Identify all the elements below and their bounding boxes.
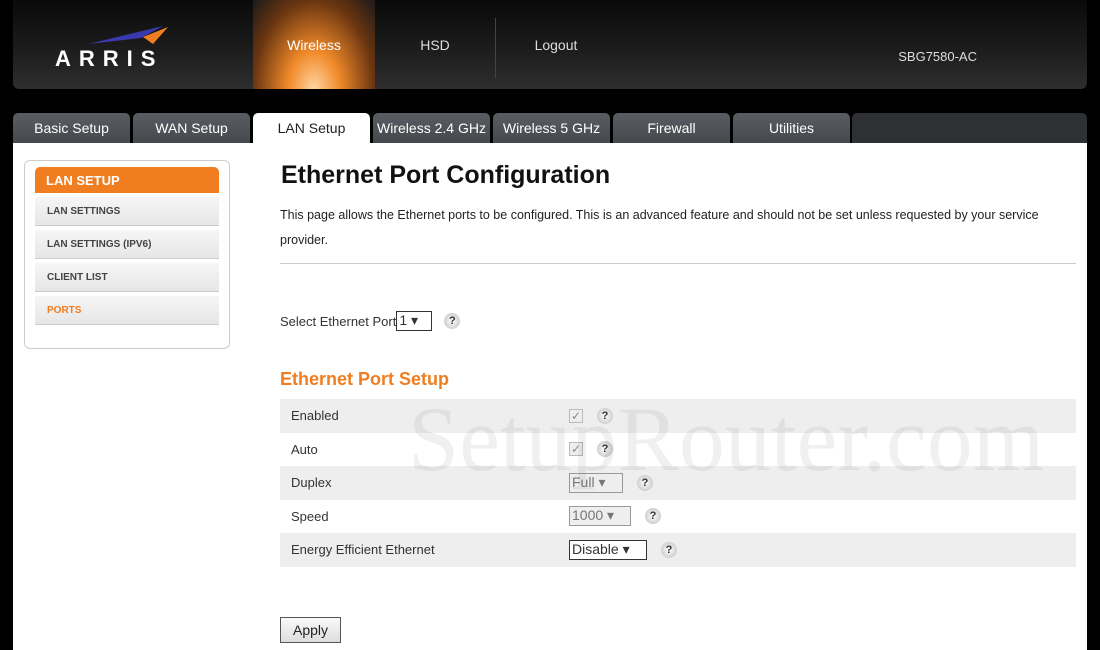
speed-label: Speed [291, 508, 329, 524]
section-title: Ethernet Port Setup [280, 369, 450, 389]
sidebar-item-lan-settings-ipv6[interactable]: LAN SETTINGS (IPV6) [35, 230, 219, 259]
row-auto: Auto ✓? [280, 433, 1076, 467]
help-icon[interactable]: ? [444, 313, 461, 329]
arris-logo: ARRIS [55, 46, 164, 71]
tab-lan-setup[interactable]: LAN Setup [253, 113, 370, 143]
sidebar-item-lan-settings[interactable]: LAN SETTINGS [35, 197, 219, 226]
auto-label: Auto [291, 441, 318, 457]
tab-wireless-2-4[interactable]: Wireless 2.4 GHz [373, 113, 490, 143]
row-speed: Speed 1000 ▾? [280, 500, 1076, 534]
duplex-label: Duplex [291, 475, 332, 491]
tab-firewall[interactable]: Firewall [613, 113, 730, 143]
duplex-select[interactable]: Full ▾ [569, 472, 623, 493]
help-icon[interactable]: ? [661, 541, 677, 558]
nav-logout[interactable]: Logout [496, 0, 616, 89]
speed-select[interactable]: 1000 ▾ [569, 506, 631, 527]
main-content: LAN SETUP LAN SETTINGS LAN SETTINGS (IPV… [13, 143, 1087, 650]
page-title: Ethernet Port Configuration [281, 161, 611, 189]
eee-select[interactable]: Disable ▾ [569, 539, 647, 560]
divider [280, 263, 1076, 264]
help-icon[interactable]: ? [645, 508, 661, 525]
nav-hsd[interactable]: HSD [375, 0, 495, 89]
port-select-value: 1 [399, 312, 408, 328]
eee-label: Energy Efficient Ethernet [291, 542, 435, 558]
help-icon[interactable]: ? [597, 441, 613, 458]
model-name: SBG7580-AC [898, 49, 977, 64]
sidebar-title: LAN SETUP [35, 167, 219, 193]
sidebar-item-ports[interactable]: PORTS [35, 296, 219, 325]
select-port-label: Select Ethernet Port [280, 313, 397, 329]
eee-value: Disable [572, 540, 619, 557]
select-port-row: Select Ethernet Port 1 ▾ ? [280, 311, 461, 331]
speed-value: 1000 [572, 507, 604, 524]
enabled-label: Enabled [291, 408, 339, 424]
auto-checkbox[interactable]: ✓ [569, 442, 583, 457]
row-duplex: Duplex Full ▾? [280, 466, 1076, 500]
duplex-value: Full [572, 473, 595, 490]
row-enabled: Enabled ✓? [280, 399, 1076, 433]
tab-bar: Basic Setup WAN Setup LAN Setup Wireless… [13, 113, 850, 143]
nav-wireless[interactable]: Wireless [253, 0, 375, 89]
help-icon[interactable]: ? [597, 407, 613, 424]
tab-basic-setup[interactable]: Basic Setup [13, 113, 130, 143]
page-description: This page allows the Ethernet ports to b… [280, 208, 1039, 247]
tab-wireless-5[interactable]: Wireless 5 GHz [493, 113, 610, 143]
enabled-checkbox[interactable]: ✓ [569, 408, 583, 423]
arris-swoosh-logo [88, 26, 168, 44]
port-setup-table: Enabled ✓? Auto ✓? Duplex Full ▾? Speed … [280, 399, 1076, 567]
tab-bar-filler [852, 113, 1087, 143]
top-bar: ARRIS Wireless HSD Logout SBG7580-AC [13, 0, 1087, 89]
sidebar: LAN SETUP LAN SETTINGS LAN SETTINGS (IPV… [24, 160, 230, 349]
row-eee: Energy Efficient Ethernet Disable ▾? [280, 533, 1076, 567]
tab-wan-setup[interactable]: WAN Setup [133, 113, 250, 143]
apply-button[interactable]: Apply [280, 617, 341, 643]
help-icon[interactable]: ? [637, 474, 653, 491]
sidebar-item-client-list[interactable]: CLIENT LIST [35, 263, 219, 292]
port-select[interactable]: 1 ▾ [396, 311, 433, 331]
tab-utilities[interactable]: Utilities [733, 113, 850, 143]
